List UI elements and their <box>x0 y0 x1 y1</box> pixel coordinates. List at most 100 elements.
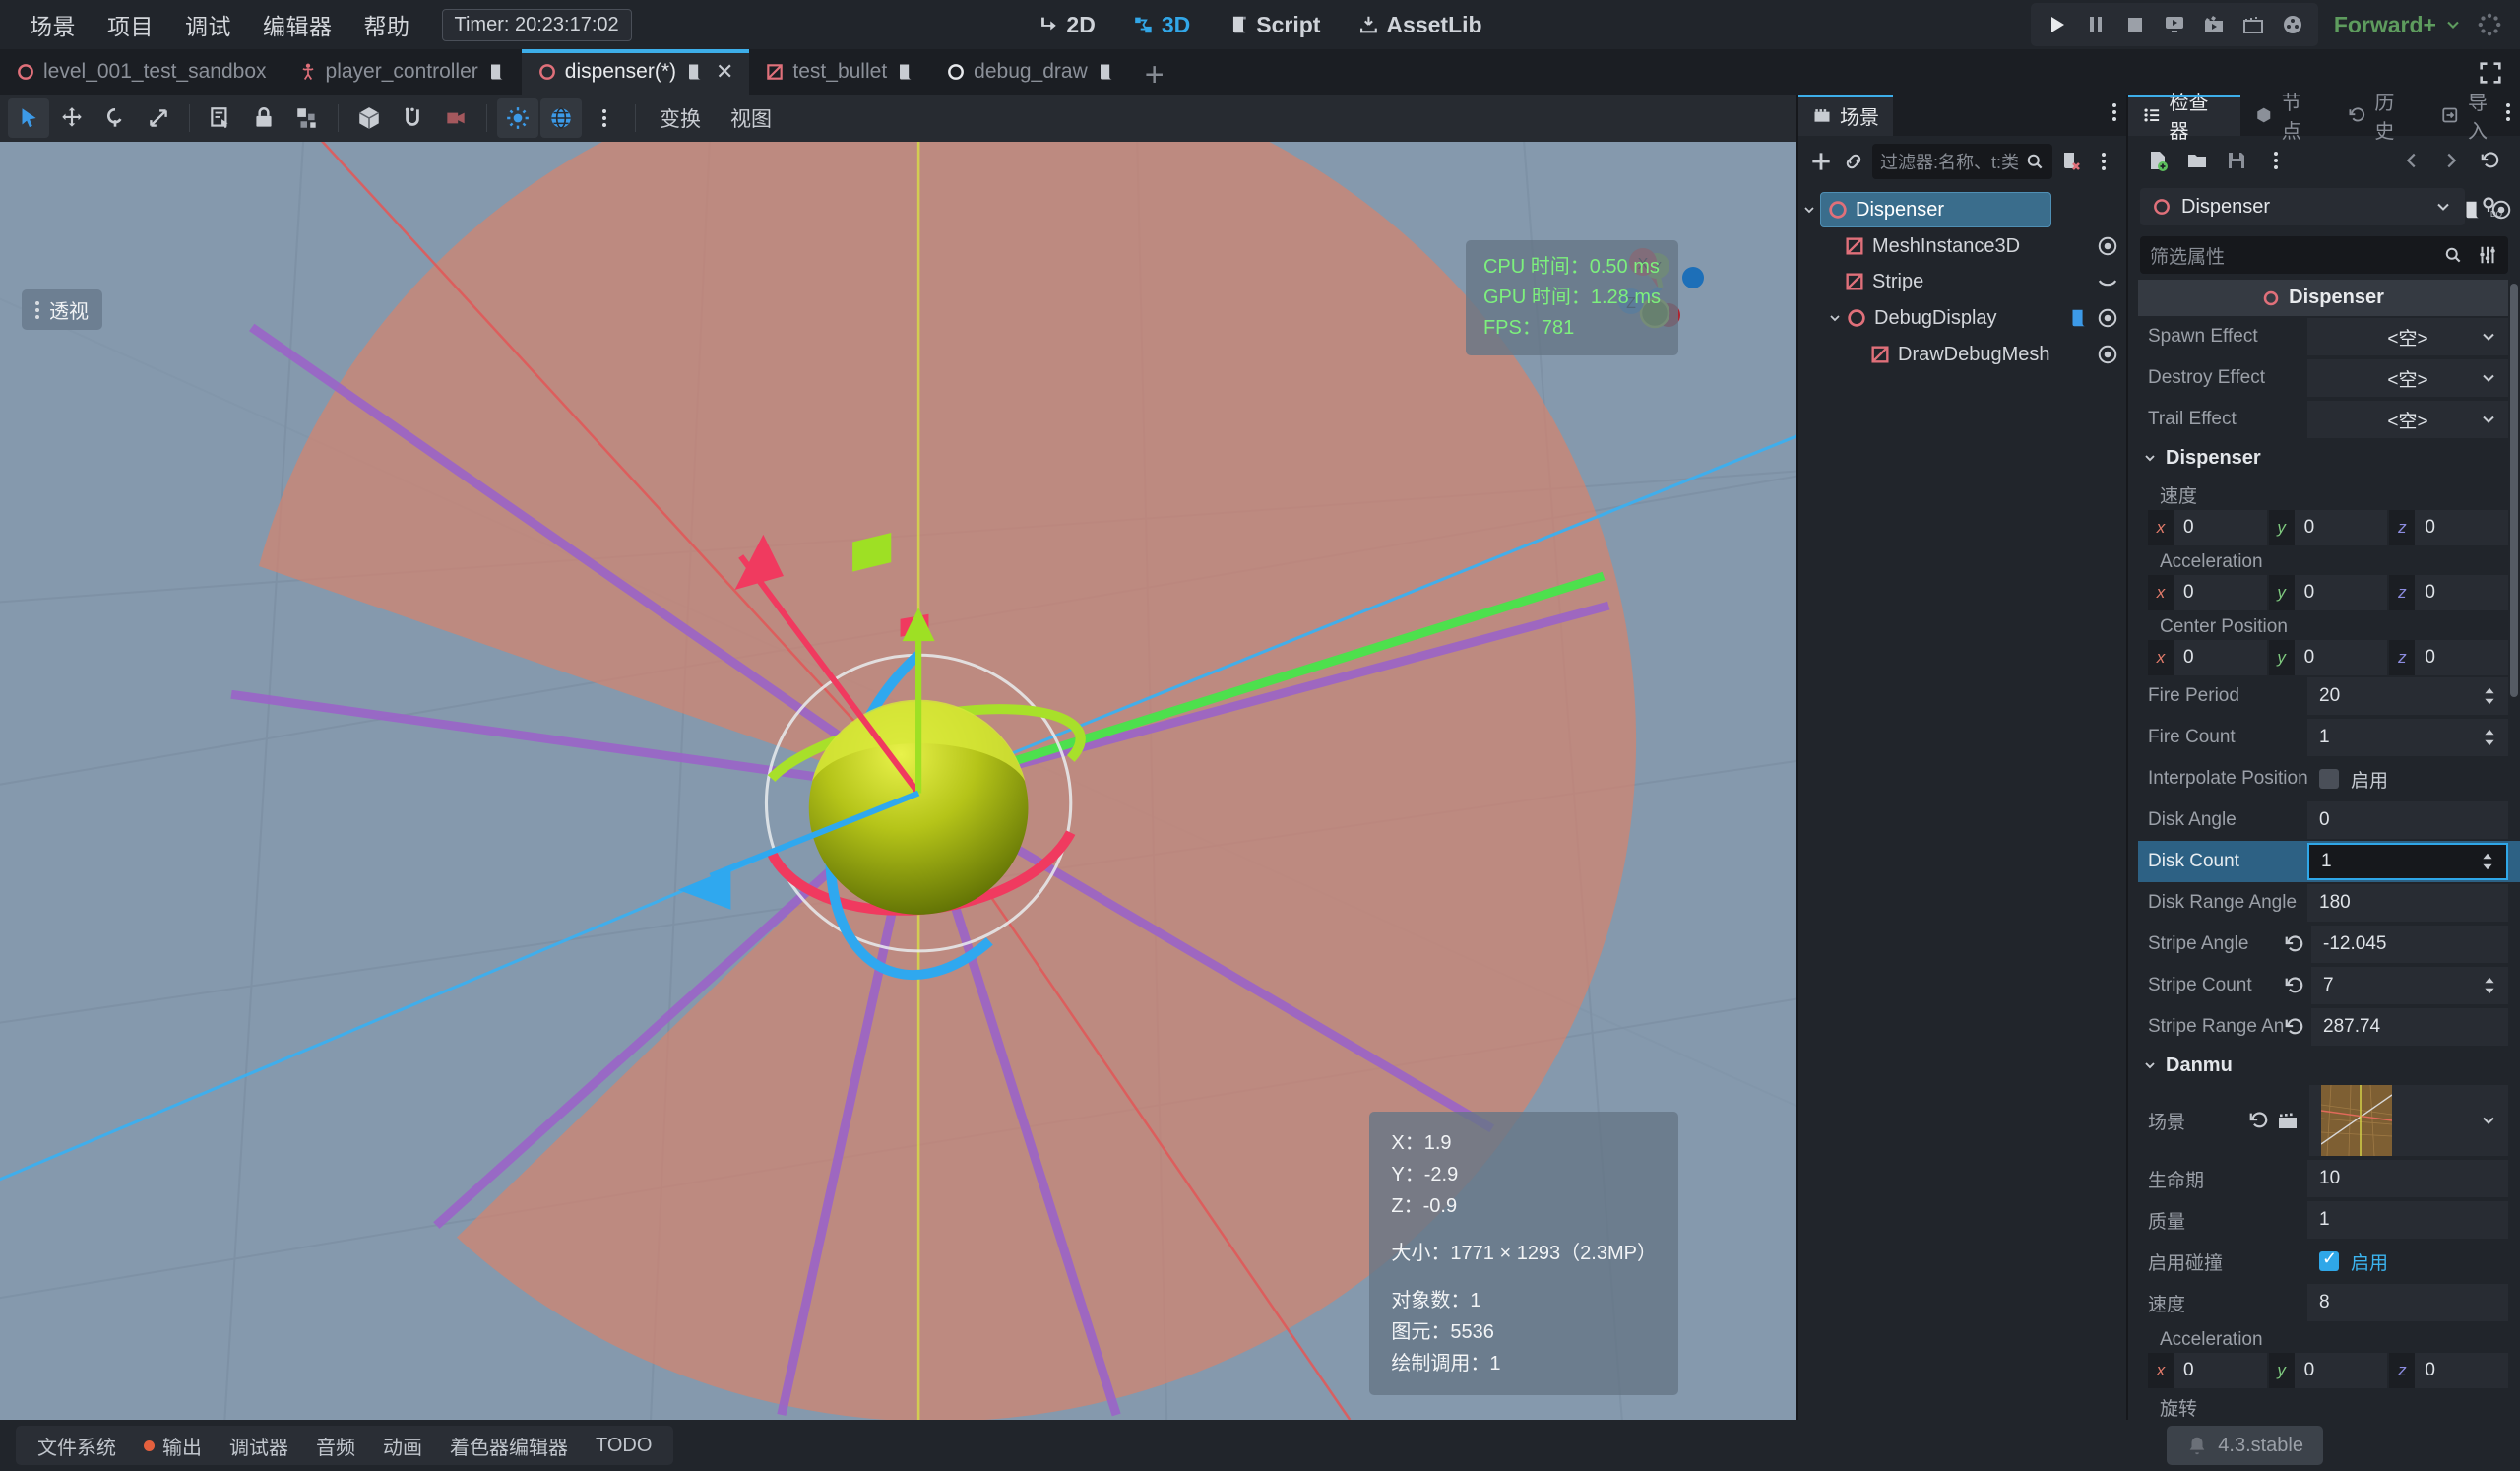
group-tool[interactable] <box>286 98 328 138</box>
vector-z-field[interactable]: z0 <box>2389 1353 2509 1388</box>
select-mode-tool[interactable] <box>8 98 49 138</box>
property-group-dispenser[interactable]: Dispenser <box>2138 440 2520 476</box>
dock-tab-inspector[interactable]: 检查器 <box>2128 93 2241 143</box>
history-prev-button[interactable] <box>2394 143 2429 178</box>
list-select-tool[interactable] <box>200 98 241 138</box>
property-value[interactable]: 1 <box>2307 719 2508 756</box>
inspector-filter-input[interactable]: 筛选属性 <box>2140 236 2508 274</box>
bottom-debugger[interactable]: 调试器 <box>216 1432 302 1460</box>
bottom-todo[interactable]: TODO <box>582 1435 665 1457</box>
chevron-down-icon[interactable] <box>2433 197 2453 217</box>
menu-editor[interactable]: 编辑器 <box>247 3 348 46</box>
vector3-center-position[interactable]: x0 y0 z0 <box>2148 640 2509 675</box>
scene-dock-menu-button[interactable] <box>2112 103 2116 121</box>
eye-icon[interactable] <box>2097 235 2118 257</box>
preview-sun-tool[interactable] <box>497 98 538 138</box>
property-row-stripe-angle[interactable]: Stripe Angle -12.045 <box>2138 924 2520 965</box>
local-space-tool[interactable] <box>348 98 390 138</box>
menu-debug[interactable]: 调试 <box>169 3 247 46</box>
save-resource-button[interactable] <box>2219 143 2254 178</box>
property-row-danmu-scene[interactable]: 场景 <box>2138 1083 2520 1158</box>
vector-x-field[interactable]: x0 <box>2148 640 2267 675</box>
bottom-output[interactable]: 输出 <box>130 1432 216 1460</box>
revert-icon[interactable] <box>2248 1110 2270 1131</box>
instance-scene-button[interactable] <box>1841 144 1867 179</box>
property-row-disk-range-angle[interactable]: Disk Range Angle 180 <box>2138 882 2520 924</box>
scene-tab-test-bullet[interactable]: test_bullet <box>749 49 930 95</box>
property-value[interactable]: 启用 <box>2307 1243 2508 1280</box>
stop-button[interactable] <box>2115 6 2155 43</box>
tree-row-meshinstance3d[interactable]: MeshInstance3D <box>1798 228 2126 264</box>
chevron-down-icon[interactable] <box>2479 368 2498 388</box>
hidden-eye-icon[interactable] <box>2097 271 2118 292</box>
inspector-settings-icon[interactable] <box>2477 244 2498 266</box>
tab-3d[interactable]: 3D <box>1119 7 1204 43</box>
tree-node-dispenser[interactable]: Dispenser <box>1820 192 2051 227</box>
viewport-options-tool[interactable] <box>584 98 625 138</box>
camera-preview-tool[interactable] <box>435 98 476 138</box>
history-next-button[interactable] <box>2433 143 2469 178</box>
scene-tab-dispenser[interactable]: dispenser(*) ✕ <box>521 49 750 95</box>
bottom-filesystem[interactable]: 文件系统 <box>24 1432 130 1460</box>
vector-y-field[interactable]: y0 <box>2268 1353 2388 1388</box>
property-value[interactable]: <空> <box>2307 359 2508 397</box>
vector3-acceleration[interactable]: x0 y0 z0 <box>2148 575 2509 610</box>
checkbox-unchecked[interactable] <box>2319 769 2339 789</box>
expand-arrow-icon[interactable] <box>1798 202 1820 218</box>
checkbox-checked[interactable] <box>2319 1248 2339 1271</box>
property-row-stripe-count[interactable]: Stripe Count 7 <box>2138 965 2520 1006</box>
vector-y-field[interactable]: y0 <box>2268 510 2388 545</box>
property-value[interactable]: 0 <box>2307 801 2508 839</box>
property-value[interactable]: <空> <box>2307 318 2508 355</box>
inspector-dock-menu-button[interactable] <box>2506 103 2510 121</box>
vector-z-field[interactable]: z0 <box>2389 575 2509 610</box>
transform-menu[interactable]: 变换 <box>646 103 715 133</box>
add-node-button[interactable] <box>1808 144 1835 179</box>
play-custom-scene-button[interactable] <box>2155 6 2194 43</box>
dock-tab-node[interactable]: 节点 <box>2240 93 2334 143</box>
script-indicator-icon[interactable] <box>895 62 914 82</box>
detach-script-button[interactable] <box>2058 144 2085 179</box>
history-menu-button[interactable] <box>2473 143 2508 178</box>
property-row-spawn-effect[interactable]: Spawn Effect <空> <box>2138 316 2520 357</box>
chevron-down-icon[interactable] <box>2479 327 2498 347</box>
revert-icon[interactable] <box>2284 975 2305 996</box>
property-row-destroy-effect[interactable]: Destroy Effect <空> <box>2138 357 2520 399</box>
tree-row-debugdisplay[interactable]: DebugDisplay <box>1798 299 2126 337</box>
vector-x-field[interactable]: x0 <box>2148 1353 2267 1388</box>
vector3-danmu-acceleration[interactable]: x0 y0 z0 <box>2148 1353 2509 1388</box>
spinner-arrows-icon[interactable] <box>2481 975 2498 996</box>
spinner-arrows-icon[interactable] <box>2479 851 2496 872</box>
resource-extra-button[interactable] <box>2258 143 2294 178</box>
movie-writer-button[interactable] <box>2234 6 2273 43</box>
eye-icon[interactable] <box>2097 307 2118 329</box>
expand-arrow-icon[interactable] <box>1824 310 1846 326</box>
expand-viewport-icon[interactable] <box>2477 59 2504 87</box>
property-value[interactable]: 10 <box>2307 1160 2508 1197</box>
vector-y-field[interactable]: y0 <box>2268 640 2388 675</box>
tree-row-drawdebugmesh[interactable]: DrawDebugMesh <box>1798 337 2126 372</box>
property-row-fire-count[interactable]: Fire Count 1 <box>2138 717 2520 758</box>
scene-tree[interactable]: Dispenser MeshInstance3D Stripe DebugDis… <box>1798 187 2511 1420</box>
property-row-disk-angle[interactable]: Disk Angle 0 <box>2138 799 2520 841</box>
property-value[interactable]: 8 <box>2307 1284 2508 1321</box>
bell-icon[interactable] <box>2186 1435 2208 1456</box>
property-row-lifetime[interactable]: 生命期 10 <box>2138 1158 2520 1199</box>
property-row-interpolate-position[interactable]: Interpolate Position 启用 <box>2138 758 2520 799</box>
scene-filter-input[interactable]: 过滤器:名称、t:类 <box>1872 144 2053 179</box>
property-value[interactable]: 7 <box>2311 967 2508 1004</box>
property-row-fire-period[interactable]: Fire Period 20 <box>2138 675 2520 717</box>
inspector-object-selector[interactable]: Dispenser <box>2140 188 2465 225</box>
play-button[interactable] <box>2037 6 2076 43</box>
tab-script[interactable]: Script <box>1214 7 1334 43</box>
property-value[interactable]: <空> <box>2307 401 2508 438</box>
bottom-shader-editor[interactable]: 着色器编辑器 <box>436 1432 582 1460</box>
vector-x-field[interactable]: x0 <box>2148 510 2267 545</box>
property-value[interactable] <box>2309 1085 2508 1156</box>
preview-environment-tool[interactable] <box>540 98 582 138</box>
spinner-arrows-icon[interactable] <box>2481 727 2498 748</box>
add-scene-tab-button[interactable]: + <box>1131 55 1178 95</box>
view-menu[interactable]: 视图 <box>717 103 786 133</box>
dock-tab-scene[interactable]: 场景 <box>1798 95 1893 136</box>
3d-viewport[interactable]: 透视 Y X Z CPU 时间：0.50 ms <box>0 142 1796 1420</box>
